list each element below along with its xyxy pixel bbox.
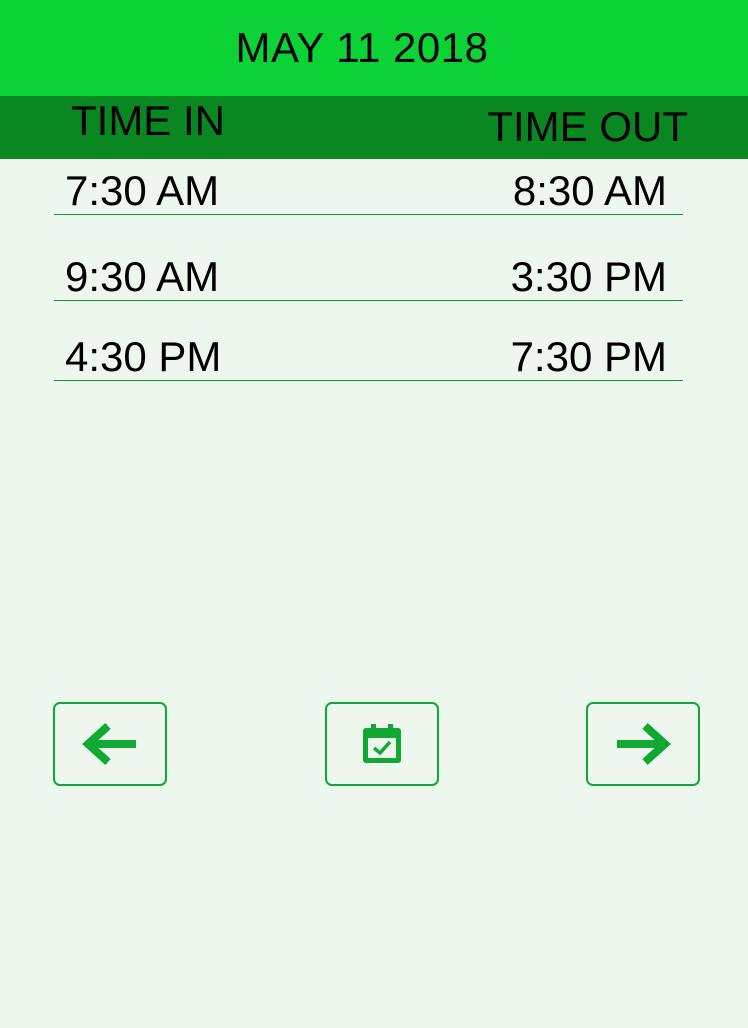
- time-out-value: 7:30 PM: [510, 333, 667, 380]
- time-in-value: 4:30 PM: [65, 333, 222, 380]
- calendar-button[interactable]: [325, 702, 439, 786]
- table-row: 7:30 AM 8:30 AM: [54, 154, 683, 215]
- previous-day-button[interactable]: [53, 702, 167, 786]
- arrow-right-icon: [617, 723, 671, 765]
- time-in-value: 7:30 AM: [65, 167, 220, 214]
- time-in-value: 9:30 AM: [65, 253, 220, 300]
- table-row: 4:30 PM 7:30 PM: [54, 320, 683, 381]
- time-out-value: 8:30 AM: [512, 167, 667, 214]
- page-title: MAY 11 2018: [235, 24, 489, 71]
- arrow-left-icon: [82, 723, 136, 765]
- table-row: 9:30 AM 3:30 PM: [54, 240, 683, 301]
- time-out-value: 3:30 PM: [510, 253, 667, 300]
- date-header: MAY 11 2018: [0, 0, 748, 96]
- column-header-time-in: TIME IN: [71, 97, 225, 144]
- next-day-button[interactable]: [586, 702, 700, 786]
- calendar-check-icon: [363, 724, 401, 763]
- column-header-time-out: TIME OUT: [487, 103, 688, 150]
